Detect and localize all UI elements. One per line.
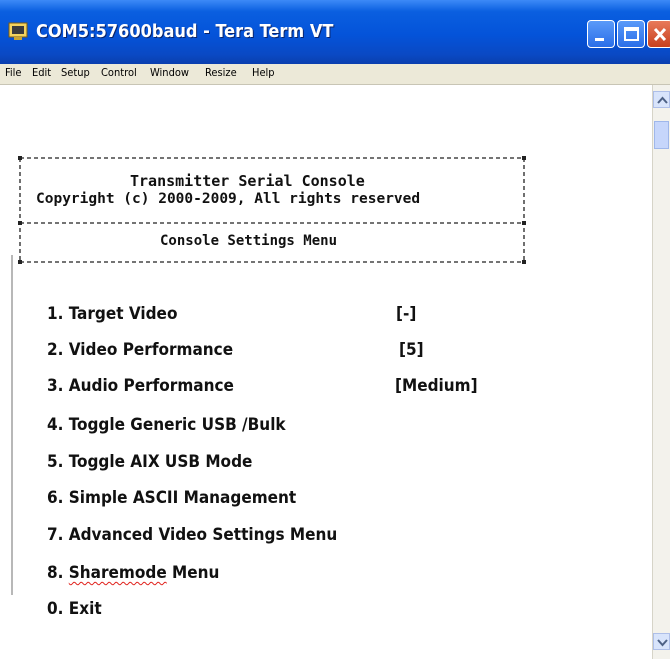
option-exit[interactable]: 0. Exit	[47, 599, 102, 619]
tera-term-app-icon[interactable]	[8, 21, 30, 41]
title-bar[interactable]: COM5:57600baud - Tera Term VT	[0, 0, 670, 64]
value-video-performance: [5]	[399, 340, 424, 360]
scroll-thumb[interactable]	[654, 121, 669, 149]
chevron-down-icon	[657, 639, 668, 647]
option-advanced-video[interactable]: 7. Advanced Video Settings Menu	[47, 525, 337, 545]
maximize-icon	[624, 27, 639, 41]
menu-edit[interactable]: Edit	[32, 66, 51, 79]
console-title: Transmitter Serial Console	[130, 172, 365, 190]
menu-control[interactable]: Control	[101, 66, 137, 79]
window-title: COM5:57600baud - Tera Term VT	[36, 21, 334, 42]
menu-title: Console Settings Menu	[160, 233, 338, 249]
menu-bar: File Edit Setup Control Window Resize He…	[0, 64, 670, 85]
vertical-scrollbar[interactable]	[652, 85, 670, 659]
option-sharemode-menu[interactable]: 8. Sharemode Menu	[47, 563, 219, 583]
option-toggle-generic-usb[interactable]: 4. Toggle Generic USB /Bulk	[47, 415, 286, 435]
option-target-video[interactable]: 1. Target Video	[47, 304, 177, 324]
sharemode-suffix: Menu	[166, 563, 220, 583]
value-target-video: [-]	[396, 304, 417, 324]
scroll-down-button[interactable]	[653, 633, 670, 650]
menu-resize[interactable]: Resize	[205, 66, 237, 79]
minimize-button[interactable]	[587, 20, 615, 48]
menu-window[interactable]: Window	[150, 66, 189, 79]
option-simple-ascii[interactable]: 6. Simple ASCII Management	[47, 488, 296, 508]
value-audio-performance: [Medium]	[395, 376, 478, 396]
maximize-button[interactable]	[617, 20, 645, 48]
chevron-up-icon	[657, 96, 668, 104]
menu-help[interactable]: Help	[252, 66, 275, 79]
sharemode-word: Sharemode	[68, 563, 167, 583]
option-video-performance[interactable]: 2. Video Performance	[47, 340, 233, 360]
close-button[interactable]	[647, 20, 670, 48]
minimize-icon	[595, 38, 604, 41]
copyright-line: Copyright (c) 2000-2009, All rights rese…	[36, 191, 421, 207]
option-audio-performance[interactable]: 3. Audio Performance	[47, 376, 234, 396]
option-toggle-aix-usb[interactable]: 5. Toggle AIX USB Mode	[47, 452, 252, 472]
terminal-screen[interactable]: Transmitter Serial Console Copyright (c)…	[0, 85, 652, 659]
menu-setup[interactable]: Setup	[61, 66, 90, 79]
sharemode-prefix: 8.	[47, 563, 69, 583]
terminal-left-edge	[11, 255, 13, 595]
close-icon	[653, 27, 667, 42]
scroll-up-button[interactable]	[653, 91, 670, 108]
menu-file[interactable]: File	[5, 66, 21, 79]
